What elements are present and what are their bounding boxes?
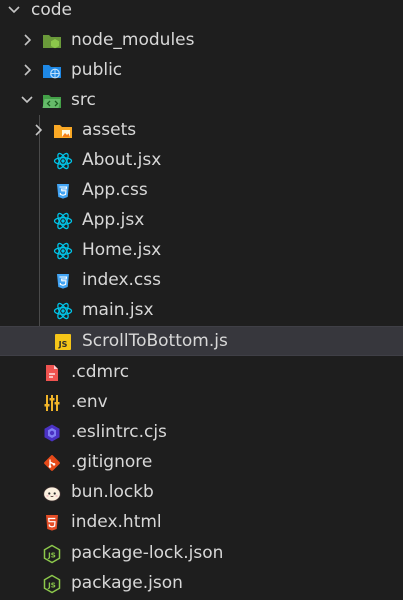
tree-item-package-json[interactable]: JS package.json [0, 568, 403, 598]
tree-item-package-lock-json[interactable]: JS package-lock.json [0, 538, 403, 568]
git-icon [42, 453, 62, 473]
tree-label: src [71, 90, 96, 110]
tree-label: main.jsx [82, 300, 154, 320]
tree-item-public[interactable]: public [0, 55, 403, 85]
js-icon: JS [53, 332, 73, 352]
svg-text:JS: JS [58, 340, 68, 349]
tree-label: index.html [71, 512, 162, 532]
react-icon [53, 241, 73, 261]
svg-text:JS: JS [47, 582, 56, 590]
react-icon [53, 211, 73, 231]
tree-item-gitignore[interactable]: .gitignore [0, 447, 403, 477]
tree-item-cdmrc[interactable]: .cdmrc [0, 357, 403, 387]
tree-label: .env [71, 392, 108, 412]
chevron-right-icon [20, 32, 34, 48]
tree-label: assets [82, 120, 137, 140]
tree-label: .eslintrc.cjs [71, 422, 167, 442]
chevron-right-icon [31, 122, 45, 138]
assets-folder-icon [53, 121, 73, 141]
tree-item-node-modules[interactable]: node_modules [0, 25, 403, 55]
cdmrc-icon [42, 363, 62, 383]
tree-label: ScrollToBottom.js [82, 331, 228, 351]
tree-root-code[interactable]: code [0, 0, 403, 25]
css-icon [53, 181, 73, 201]
tree-item-src[interactable]: src [0, 85, 403, 115]
public-folder-icon [42, 61, 62, 81]
html-icon [42, 513, 62, 533]
tree-item-main-jsx[interactable]: main.jsx [0, 295, 403, 325]
tree-label: public [71, 60, 123, 80]
tree-label: .cdmrc [71, 362, 130, 382]
tree-item-scrolltobottom-js[interactable]: JS ScrollToBottom.js [0, 326, 403, 356]
tree-label: bun.lockb [71, 482, 154, 502]
env-icon [42, 393, 62, 413]
tree-item-about-jsx[interactable]: About.jsx [0, 145, 403, 175]
tree-label: .gitignore [71, 452, 153, 472]
tree-label: App.jsx [82, 210, 145, 230]
chevron-right-icon [20, 62, 34, 78]
react-icon [53, 151, 73, 171]
src-folder-icon [42, 91, 62, 111]
nodejs-icon: JS [42, 574, 62, 594]
bun-icon [42, 483, 62, 503]
eslint-icon [42, 423, 62, 443]
tree-label: node_modules [71, 30, 195, 50]
tree-label: index.css [82, 270, 161, 290]
react-icon [53, 301, 73, 321]
nodejs-icon: JS [42, 544, 62, 564]
tree-item-app-css[interactable]: App.css [0, 175, 403, 205]
tree-label: code [31, 0, 72, 20]
tree-item-app-jsx[interactable]: App.jsx [0, 205, 403, 235]
tree-item-assets[interactable]: assets [0, 115, 403, 145]
tree-item-bun-lockb[interactable]: bun.lockb [0, 477, 403, 507]
tree-item-index-html[interactable]: index.html [0, 507, 403, 537]
tree-label: App.css [82, 180, 148, 200]
chevron-down-icon [20, 92, 34, 108]
tree-label: package-lock.json [71, 543, 224, 563]
tree-item-eslintrc-cjs[interactable]: .eslintrc.cjs [0, 417, 403, 447]
svg-text:JS: JS [47, 552, 56, 560]
node-folder-icon [42, 31, 62, 51]
tree-item-index-css[interactable]: index.css [0, 265, 403, 295]
chevron-down-icon [7, 2, 21, 18]
tree-item-home-jsx[interactable]: Home.jsx [0, 235, 403, 265]
tree-label: package.json [71, 573, 183, 593]
tree-label: About.jsx [82, 150, 162, 170]
tree-label: Home.jsx [82, 240, 162, 260]
tree-item-env[interactable]: .env [0, 387, 403, 417]
css-icon [53, 271, 73, 291]
